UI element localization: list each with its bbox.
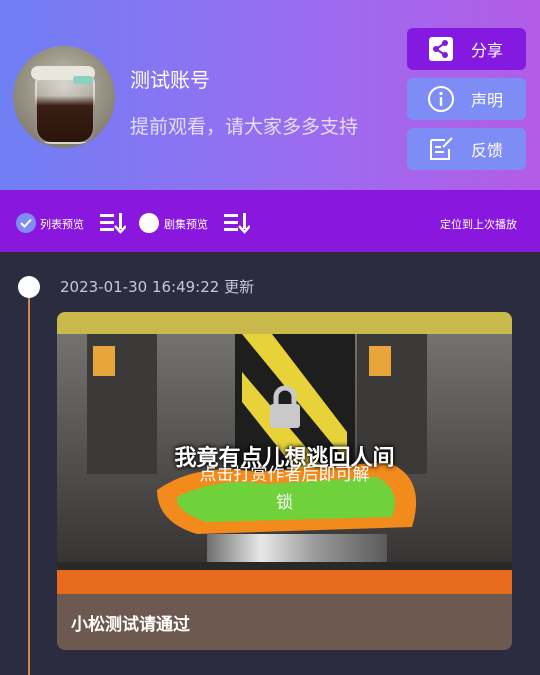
avatar-detail-graphic — [73, 76, 93, 84]
lock-icon — [268, 385, 302, 429]
share-icon — [427, 35, 455, 63]
episode-thumbnail[interactable]: 我竟有点儿想逃回人间 点击打赏作者后即可解 锁 — [57, 312, 512, 594]
list-preview-radio[interactable] — [16, 213, 36, 233]
share-button[interactable]: 分享 — [407, 28, 526, 70]
update-timestamp: 2023-01-30 16:49:22 更新 — [60, 278, 255, 296]
edit-note-icon — [427, 135, 455, 163]
username: 测试账号 — [130, 68, 210, 92]
lock-message-line1: 点击打赏作者后即可解 — [199, 465, 370, 485]
sort-list-icon[interactable] — [100, 212, 127, 234]
check-icon — [20, 218, 32, 228]
episode-preview-label[interactable]: 剧集预览 — [164, 216, 208, 232]
episode-card[interactable]: 我竟有点儿想逃回人间 点击打赏作者后即可解 锁 小松测试请通过 — [57, 312, 512, 650]
profile-subtitle: 提前观看，请大家多多支持 — [130, 116, 359, 138]
declare-button[interactable]: 声明 — [407, 78, 526, 120]
timeline-line — [28, 288, 30, 675]
locate-last-played-link[interactable]: 定位到上次播放 — [440, 216, 517, 232]
info-icon — [427, 85, 455, 113]
avatar[interactable] — [13, 46, 115, 148]
declare-label: 声明 — [471, 91, 504, 110]
episode-title: 小松测试请通过 — [71, 615, 190, 635]
share-label: 分享 — [471, 41, 504, 60]
sort-episode-icon[interactable] — [224, 212, 251, 234]
list-preview-label[interactable]: 列表预览 — [40, 216, 84, 232]
feedback-label: 反馈 — [471, 141, 504, 160]
episode-preview-radio[interactable] — [139, 213, 159, 233]
feedback-button[interactable]: 反馈 — [407, 128, 526, 170]
avatar-cup-graphic — [35, 74, 95, 144]
timeline-dot — [18, 276, 40, 298]
lock-message-line2: 锁 — [276, 493, 293, 513]
